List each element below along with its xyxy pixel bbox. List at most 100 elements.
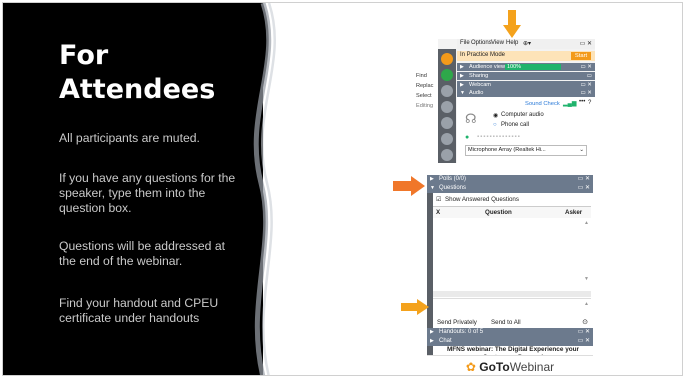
pane-controls-icon[interactable]: ▭ ✕ [580, 89, 592, 97]
checkbox-icon[interactable]: ☑ [436, 196, 441, 203]
wave-divider [243, 3, 276, 375]
menu-file[interactable]: File [460, 40, 470, 46]
ribbon-replace[interactable]: Replac [416, 83, 433, 89]
mic-level-meter: ▪▪▪▪▪▪▪▪▪▪▪▪▪▪ [477, 134, 521, 140]
ribbon-find[interactable]: Find [416, 73, 427, 79]
scroll-up-icon[interactable]: ▲ [584, 220, 589, 226]
signal-bars-icon: ▂▄▆ [563, 101, 577, 107]
slide: For Attendees All participants are muted… [2, 2, 683, 376]
arrow-right-icon [393, 176, 425, 196]
pane-controls-icon[interactable]: ▭ ✕ [580, 63, 592, 71]
col-x[interactable]: X [436, 209, 440, 216]
record-icon[interactable] [441, 133, 453, 145]
col-question[interactable]: Question [485, 209, 512, 216]
menu-options[interactable]: Options [471, 40, 492, 46]
microphone-select-value: Microphone Array (Realtek Hi... [468, 147, 546, 153]
scroll-down-icon[interactable]: ▼ [584, 276, 589, 282]
gotowebinar-logo: ✿ GoToWebinar [427, 355, 593, 375]
sound-check-link[interactable]: Sound Check [525, 101, 560, 107]
col-asker[interactable]: Asker [565, 209, 582, 216]
show-answered-label[interactable]: Show Answered Questions [445, 196, 519, 203]
audio-pane-body: Sound Check ▂▄▆ ••• ? ☊ ◉ Computer audio… [457, 97, 595, 163]
computer-audio-radio-icon[interactable]: ◉ [493, 112, 498, 119]
webcam-icon[interactable] [441, 85, 453, 97]
phone-call-label[interactable]: Phone call [501, 122, 529, 128]
menu-help[interactable]: Help [506, 40, 518, 46]
expand-triangle-icon: ▶ [430, 338, 434, 344]
pane-polls-label: Polls (0/0) [439, 176, 467, 182]
paragraph-addressed: Questions will be addressed at the end o… [59, 239, 225, 268]
pane-webcam[interactable]: ▶ Webcam ▭ ✕ [457, 81, 595, 89]
pane-questions[interactable]: ▼ Questions ▭ ✕ [427, 184, 593, 193]
chevron-down-icon: ⌄ [579, 147, 584, 153]
expand-triangle-icon: ▶ [430, 329, 434, 335]
paragraph-muted: All participants are muted. [59, 131, 200, 145]
pane-chat[interactable]: ▶ Chat ▭ ✕ [427, 337, 593, 346]
ribbon-editing: Editing [416, 103, 434, 109]
arrow-down-icon [503, 10, 521, 38]
headset-icon: ☊ [465, 111, 477, 126]
expand-triangle-icon: ▶ [430, 176, 434, 182]
send-privately-button[interactable]: Send Privately [437, 319, 477, 326]
pane-handouts[interactable]: ▶ Handouts: 0 of 5 ▭ ✕ [427, 328, 593, 337]
pen-icon[interactable] [441, 149, 453, 161]
divider [433, 291, 591, 297]
window-controls-icon[interactable]: ▭ ✕ [580, 40, 592, 47]
questions-list: ▲ ▼ [433, 218, 591, 290]
send-options-icon[interactable]: ⊙ [582, 318, 588, 326]
pane-sharing[interactable]: ▶ Sharing ▭ [457, 72, 595, 80]
pane-audience-view[interactable]: ▶ Audience view 100% ▭ ✕ [457, 63, 595, 71]
pane-handouts-label: Handouts: 0 of 5 [439, 329, 484, 335]
scroll-up-icon[interactable]: ▲ [584, 301, 589, 307]
pane-controls-icon[interactable]: ▭ ✕ [578, 328, 590, 337]
expand-icon[interactable] [441, 53, 453, 65]
paragraph-questions: If you have any questions for the speake… [59, 171, 236, 215]
globe-icon[interactable]: ⊕▾ [523, 40, 531, 47]
gotowebinar-flower-icon: ✿ [465, 360, 476, 374]
expand-triangle-icon: ▶ [460, 64, 464, 70]
pane-controls-icon[interactable]: ▭ ✕ [578, 337, 590, 346]
help-icon[interactable]: ? [588, 100, 591, 106]
screen-icon[interactable] [441, 101, 453, 113]
practice-mode-bar: In Practice Mode Start [457, 51, 595, 61]
start-button[interactable]: Start [571, 52, 591, 60]
show-answered-row: ☑ Show Answered Questions [433, 194, 593, 205]
pane-questions-label: Questions [439, 185, 467, 191]
pane-polls[interactable]: ▶ Polls (0/0) ▭ ✕ [427, 175, 593, 184]
mic-icon: ● [465, 134, 470, 141]
gtw-menubar: File Options View Help ⊕▾ ▭ ✕ [457, 39, 595, 49]
microphone-select[interactable]: Microphone Array (Realtek Hi... ⌄ [465, 145, 587, 156]
gotowebinar-panes-screenshot: ▶ Polls (0/0) ▭ ✕ ▼ Questions ▭ ✕ ☑ Show… [427, 175, 593, 375]
pane-chat-label: Chat [439, 338, 452, 344]
pane-webcam-label: Webcam [469, 82, 491, 88]
word-ribbon-fragment: Find Replac Select Editing [415, 39, 438, 163]
brand-bold: GoTo [479, 360, 510, 374]
menu-view[interactable]: View [491, 40, 504, 46]
slide-title: For Attendees [59, 40, 216, 105]
pane-controls-icon[interactable]: ▭ ✕ [580, 81, 592, 89]
pane-controls-icon[interactable]: ▭ ✕ [578, 184, 590, 193]
collapse-triangle-icon: ▼ [460, 90, 465, 96]
microphone-icon[interactable] [441, 69, 453, 81]
pane-sharing-label: Sharing [469, 73, 489, 79]
phone-call-radio-icon[interactable]: ○ [493, 122, 497, 128]
ribbon-select[interactable]: Select [416, 93, 432, 99]
audience-view-pct: 100% [507, 64, 522, 70]
audience-view-meter: 100% [505, 64, 561, 70]
gtw-sidebar [438, 49, 456, 163]
pane-controls-icon[interactable]: ▭ ✕ [578, 175, 590, 184]
gotowebinar-control-panel-screenshot: Find Replac Select Editing File Options … [415, 39, 595, 163]
pane-audio[interactable]: ▼ Audio ▭ ✕ [457, 89, 595, 97]
send-row: Send Privately Send to All ⊙ [433, 317, 591, 328]
question-input[interactable]: ▲ [433, 298, 591, 317]
more-icon[interactable]: ••• [579, 99, 585, 105]
arrow-right-icon [401, 299, 429, 315]
stop-icon[interactable] [441, 117, 453, 129]
computer-audio-label[interactable]: Computer audio [501, 112, 544, 118]
send-to-all-button[interactable]: Send to All [491, 319, 521, 326]
expand-triangle-icon: ▶ [460, 73, 464, 79]
pane-audience-view-label: Audience view [469, 64, 506, 70]
pane-popout-icon[interactable]: ▭ [587, 72, 592, 80]
collapse-triangle-icon: ▼ [430, 185, 435, 191]
expand-triangle-icon: ▶ [460, 82, 464, 88]
